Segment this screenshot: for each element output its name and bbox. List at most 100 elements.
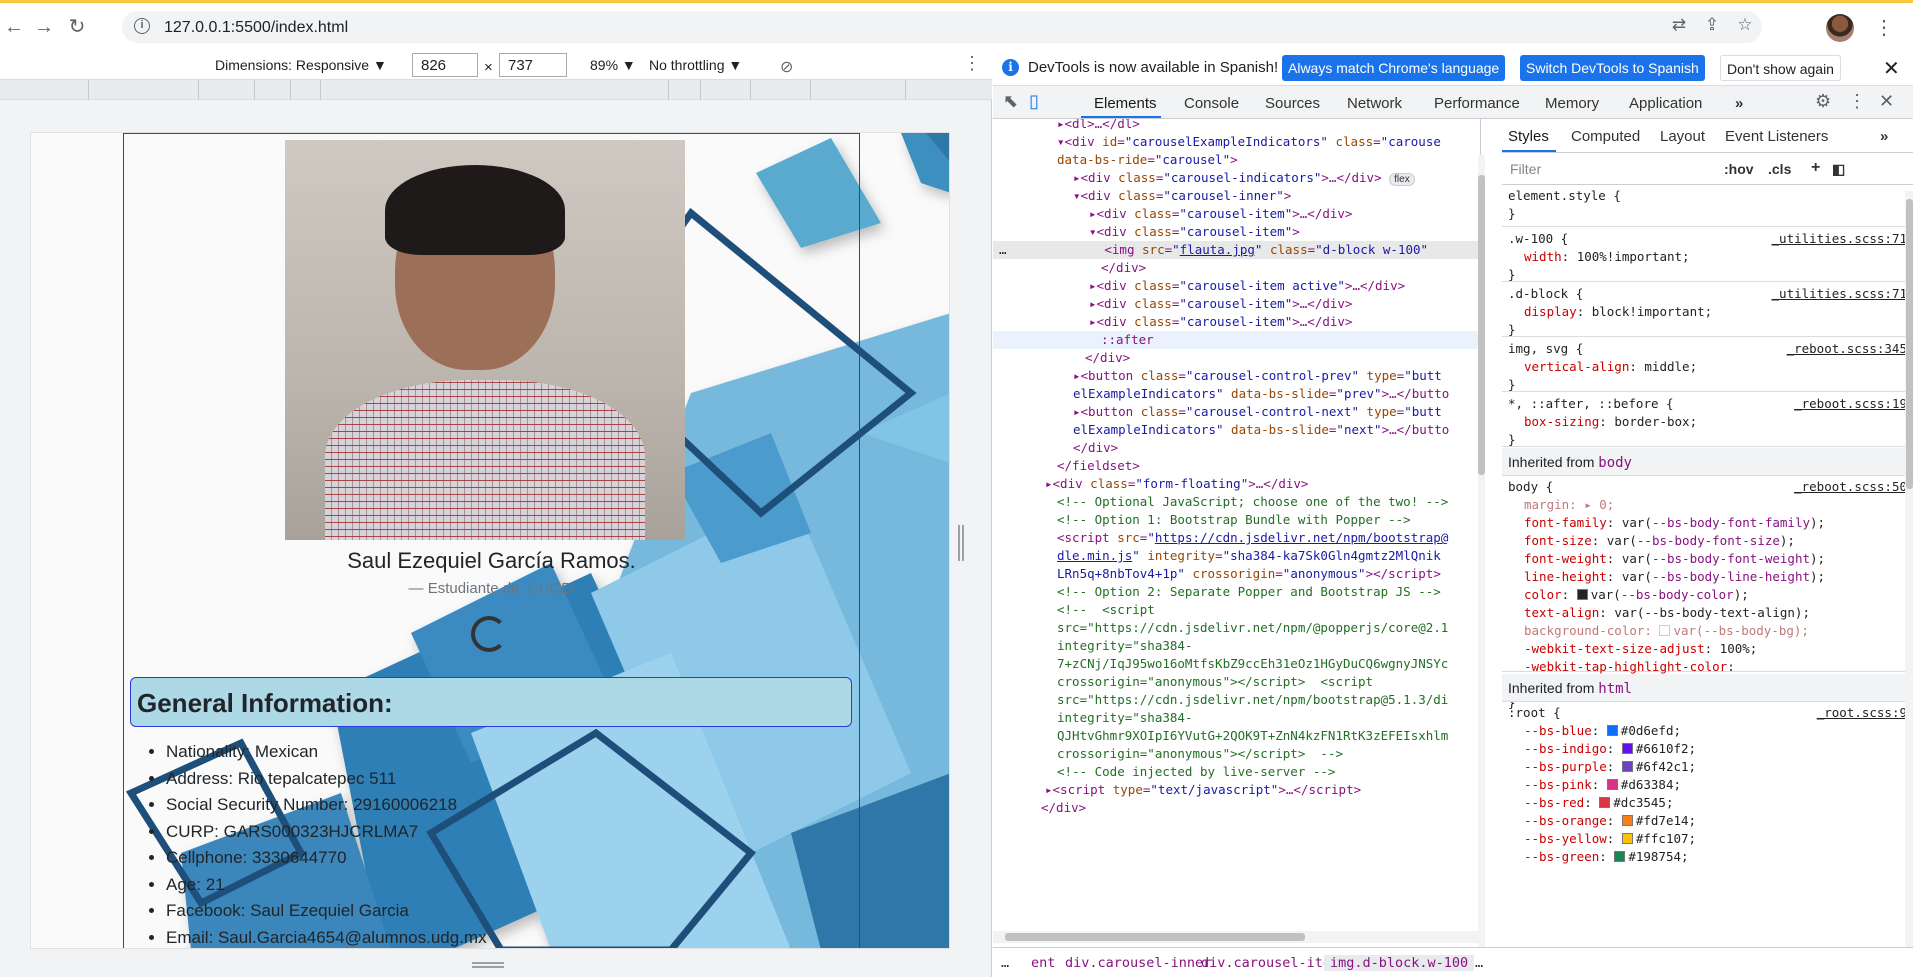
dom-node[interactable]: ▸<script type="text/javascript">…</scrip…: [993, 781, 1480, 799]
device-toggle-icon[interactable]: ▯: [1029, 91, 1039, 112]
dom-node[interactable]: </fieldset>: [993, 457, 1480, 475]
css-declaration[interactable]: text-align: var(--bs-body-text-align);: [1508, 604, 1907, 622]
css-rule-universal[interactable]: *, ::after, ::before {_reboot.scss:19 bo…: [1502, 393, 1913, 447]
dom-node[interactable]: LRn5q+8nbTov4+1p" crossorigin="anonymous…: [993, 565, 1480, 583]
css-variable[interactable]: --bs-orange: #fd7e14;: [1508, 812, 1907, 830]
dom-node[interactable]: </div>: [993, 259, 1480, 277]
dom-node[interactable]: src="https://cdn.jsdelivr.net/npm/bootst…: [993, 691, 1480, 709]
css-value[interactable]: border-box;: [1614, 414, 1697, 429]
dom-node[interactable]: ▾<div class="carousel-item">: [993, 223, 1480, 241]
dom-node[interactable]: crossorigin="anonymous"></script> -->: [993, 745, 1480, 763]
dom-node[interactable]: integrity="sha384-: [993, 637, 1480, 655]
dom-node[interactable]: ▸<dl>…</dl>: [993, 119, 1480, 133]
tab-event-listeners[interactable]: Event Listeners: [1725, 128, 1828, 145]
tab-layout[interactable]: Layout: [1660, 128, 1705, 145]
cls-toggle[interactable]: .cls: [1768, 161, 1791, 177]
browser-menu-icon[interactable]: ⋮: [1874, 15, 1894, 40]
css-declaration[interactable]: background-color: var(--bs-body-bg);: [1508, 622, 1907, 640]
tab-memory[interactable]: Memory: [1545, 95, 1599, 112]
tab-console[interactable]: Console: [1184, 95, 1239, 112]
css-value[interactable]: middle;: [1644, 359, 1697, 374]
dom-tree[interactable]: ▸<dl>…</dl> ▾<div id="carouselExampleInd…: [993, 119, 1481, 949]
dom-node[interactable]: <!-- Option 2: Separate Popper and Boots…: [993, 583, 1480, 601]
dom-node[interactable]: ▸<button class="carousel-control-next" t…: [993, 403, 1480, 421]
dom-node[interactable]: src="https://cdn.jsdelivr.net/npm/@poppe…: [993, 619, 1480, 637]
throttling-dropdown[interactable]: No throttling ▼: [649, 57, 742, 73]
css-rule-element-style[interactable]: element.style { }: [1502, 185, 1913, 227]
dom-node[interactable]: </div>: [993, 439, 1480, 457]
tab-network[interactable]: Network: [1347, 95, 1402, 112]
css-variable[interactable]: --bs-purple: #6f42c1;: [1508, 758, 1907, 776]
site-info-icon[interactable]: i: [134, 18, 150, 34]
dom-node[interactable]: QJHtvGhmr9XOIpI6YVutG+2QOK9T+ZnN4kzFN1Rt…: [993, 727, 1480, 745]
back-arrow-icon[interactable]: ←: [0, 13, 28, 41]
rule-source-link[interactable]: _utilities.scss:71: [1772, 285, 1907, 303]
reload-icon[interactable]: ↻: [63, 13, 91, 41]
address-bar[interactable]: i 127.0.0.1:5500/index.html ⇄ ⇪ ☆: [122, 11, 1762, 43]
dom-node-selected[interactable]: … <img src="flauta.jpg" class="d-block w…: [993, 241, 1480, 259]
css-declaration[interactable]: font-size: var(--bs-body-font-size);: [1508, 532, 1907, 550]
inspect-element-icon[interactable]: ⬉: [1003, 91, 1018, 112]
rule-source-link[interactable]: _utilities.scss:71: [1772, 230, 1907, 248]
styles-scrollbar-thumb[interactable]: [1906, 199, 1913, 489]
dom-node[interactable]: <!-- <script: [993, 601, 1480, 619]
close-devtools-icon[interactable]: ✕: [1879, 91, 1894, 112]
device-toolbar-menu-icon[interactable]: ⋮: [963, 53, 981, 74]
css-rule-root[interactable]: :root {_root.scss:9 --bs-blue: #0d6efd; …: [1502, 702, 1913, 882]
dom-node[interactable]: integrity="sha384-: [993, 709, 1480, 727]
breadcrumb-item[interactable]: div.carousel-item: [1201, 955, 1339, 971]
dom-scrollbar-thumb[interactable]: [1478, 175, 1485, 475]
profile-avatar[interactable]: [1826, 14, 1854, 42]
inherited-tag[interactable]: body: [1598, 455, 1632, 471]
css-property[interactable]: vertical-align: [1524, 359, 1629, 374]
css-rule-img-svg[interactable]: img, svg {_reboot.scss:345 vertical-alig…: [1502, 338, 1913, 392]
css-declaration[interactable]: font-family: var(--bs-body-font-family);: [1508, 514, 1907, 532]
dimensions-dropdown[interactable]: Dimensions: Responsive ▼: [215, 57, 387, 73]
tab-computed[interactable]: Computed: [1571, 128, 1640, 145]
inherited-tag[interactable]: html: [1598, 681, 1632, 697]
zoom-dropdown[interactable]: 89% ▼: [590, 57, 636, 73]
dom-node[interactable]: ▸<div class="carousel-item active">…</di…: [993, 277, 1480, 295]
toggle-sidebar-icon[interactable]: ◧: [1832, 161, 1845, 178]
gear-icon[interactable]: ⚙: [1815, 91, 1831, 112]
css-value[interactable]: 100%!important;: [1577, 249, 1690, 264]
devtools-menu-icon[interactable]: ⋮: [1848, 91, 1866, 112]
rule-source-link[interactable]: _reboot.scss:19: [1794, 395, 1907, 413]
css-variable[interactable]: --bs-indigo: #6610f2;: [1508, 740, 1907, 758]
tab-elements[interactable]: Elements: [1094, 95, 1157, 112]
breadcrumb-ellipsis[interactable]: …: [1001, 955, 1009, 971]
more-style-tabs-icon[interactable]: »: [1880, 128, 1888, 145]
dom-node[interactable]: ▾<div id="carouselExampleIndicators" cla…: [993, 133, 1480, 151]
dom-node[interactable]: ▸<div class="form-floating">…</div>: [993, 475, 1480, 493]
css-rule-w100[interactable]: .w-100 {_utilities.scss:71 width: 100%!i…: [1502, 228, 1913, 282]
css-variable[interactable]: --bs-green: #198754;: [1508, 848, 1907, 866]
css-property[interactable]: box-sizing: [1524, 414, 1599, 429]
dom-node[interactable]: </div>: [993, 349, 1480, 367]
bottom-resize-handle[interactable]: [472, 962, 504, 968]
switch-spanish-button[interactable]: Switch DevTools to Spanish: [1520, 55, 1705, 81]
dom-node[interactable]: data-bs-ride="carousel">: [993, 151, 1480, 169]
dom-hscrollbar-thumb[interactable]: [1005, 933, 1305, 941]
dom-node[interactable]: ▸<div class="carousel-item">…</div>: [993, 205, 1480, 223]
dom-node[interactable]: ▾<div class="carousel-inner">: [993, 187, 1480, 205]
dom-node[interactable]: <script src="https://cdn.jsdelivr.net/np…: [993, 529, 1480, 547]
dom-node[interactable]: ▸<div class="carousel-indicators">…</div…: [993, 169, 1480, 187]
dom-node[interactable]: ▸<div class="carousel-item">…</div>: [993, 295, 1480, 313]
rule-source-link[interactable]: _root.scss:9: [1817, 704, 1907, 722]
tab-styles[interactable]: Styles: [1508, 128, 1549, 145]
new-rule-icon[interactable]: +: [1811, 159, 1820, 177]
css-declaration[interactable]: font-weight: var(--bs-body-font-weight);: [1508, 550, 1907, 568]
css-variable[interactable]: --bs-red: #dc3545;: [1508, 794, 1907, 812]
dom-node[interactable]: elExampleIndicators" data-bs-slide="prev…: [993, 385, 1480, 403]
share-icon[interactable]: ⇪: [1700, 15, 1724, 35]
css-variable[interactable]: --bs-pink: #d63384;: [1508, 776, 1907, 794]
css-declaration[interactable]: color: var(--bs-body-color);: [1508, 586, 1907, 604]
rule-source-link[interactable]: _reboot.scss:50: [1794, 478, 1907, 496]
css-declaration[interactable]: line-height: var(--bs-body-line-height);: [1508, 568, 1907, 586]
css-rule-dblock[interactable]: .d-block {_utilities.scss:71 display: bl…: [1502, 283, 1913, 337]
height-input[interactable]: [499, 53, 567, 77]
css-value[interactable]: block!important;: [1592, 304, 1712, 319]
breadcrumb-more[interactable]: …: [1475, 955, 1483, 971]
dom-node[interactable]: 7+zCNj/IqJ95wo16oMtfsKbZ9ccEh31eOz1HGyDu…: [993, 655, 1480, 673]
more-tabs-icon[interactable]: »: [1735, 95, 1743, 112]
